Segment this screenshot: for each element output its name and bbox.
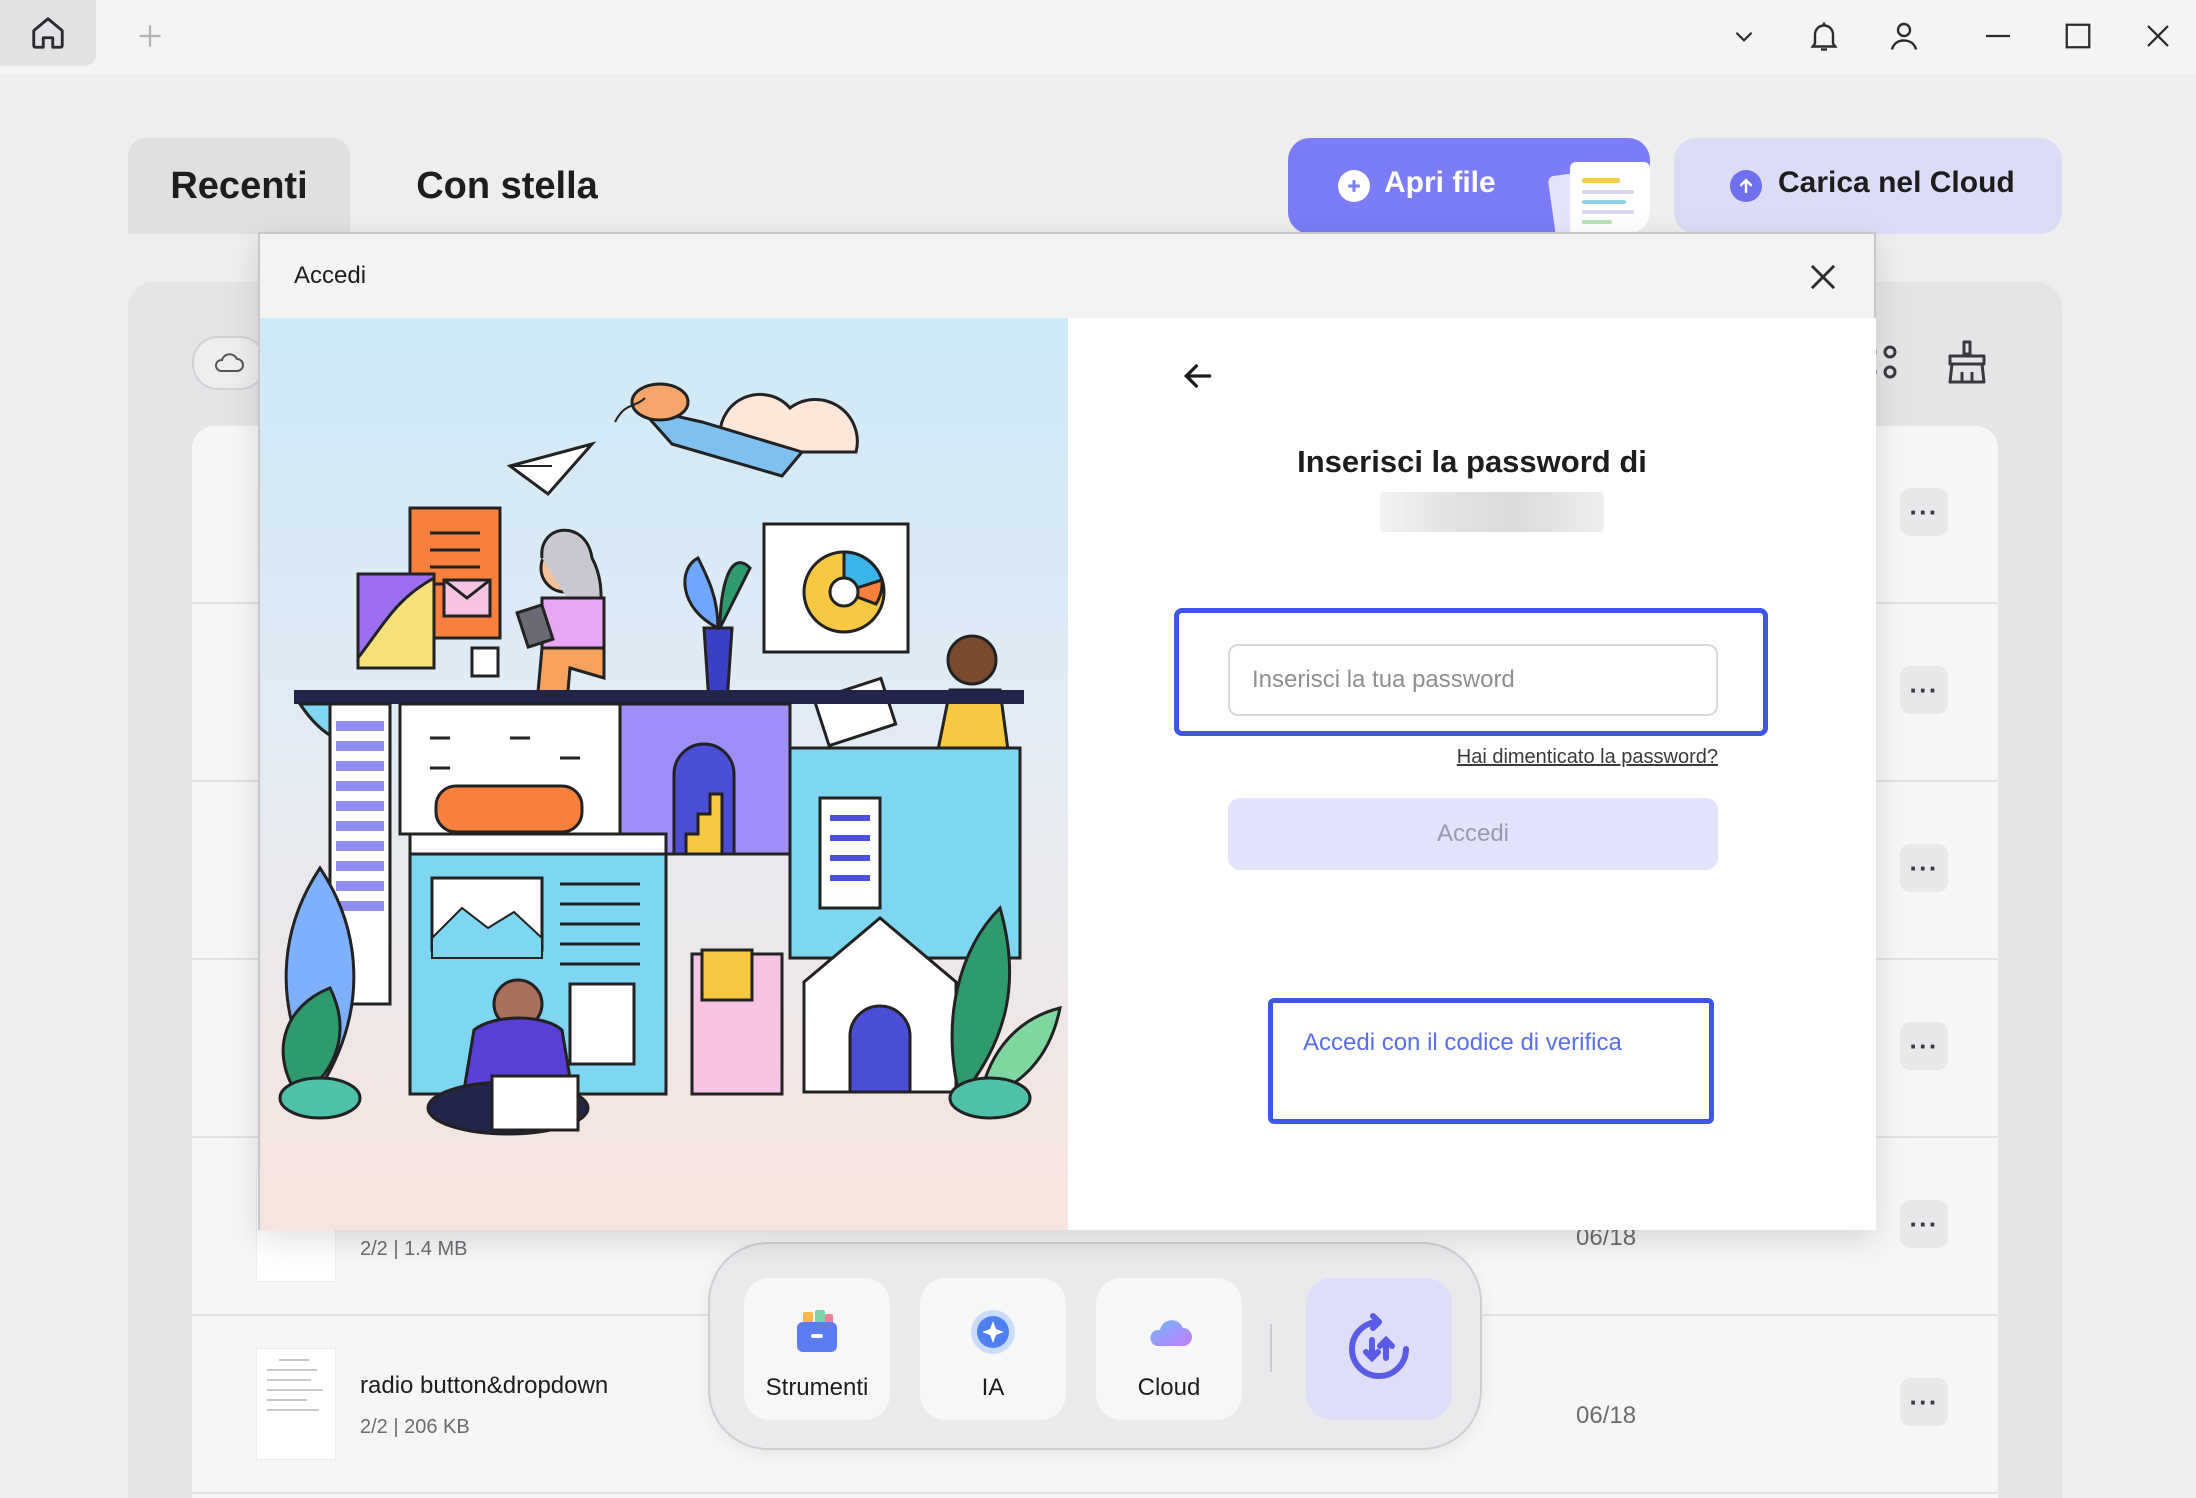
more-options-button[interactable]: ··· bbox=[1900, 1200, 1948, 1248]
file-meta: 2/2 | 1.4 MB bbox=[360, 1238, 468, 1260]
password-input[interactable] bbox=[1228, 644, 1718, 716]
dock-ai-button[interactable]: IA bbox=[920, 1278, 1066, 1420]
illustration-art bbox=[278, 382, 1062, 1136]
file-date: 06/18 bbox=[1576, 1402, 1637, 1429]
file-name: radio button&dropdown bbox=[360, 1372, 609, 1399]
file-thumbnail bbox=[256, 1348, 336, 1460]
plus-icon bbox=[139, 25, 161, 47]
new-tab-button[interactable] bbox=[128, 14, 172, 58]
dialog-header: Accedi bbox=[260, 234, 1874, 318]
cloud-filter-button[interactable] bbox=[192, 336, 266, 390]
tab-starred[interactable]: Con stella bbox=[392, 138, 622, 234]
password-heading: Inserisci la password di bbox=[1297, 444, 1647, 479]
more-options-button[interactable]: ··· bbox=[1900, 488, 1948, 536]
verification-code-highlight: Accedi con il codice di verifica bbox=[1268, 998, 1714, 1124]
user-icon bbox=[1890, 22, 1918, 50]
verification-code-link[interactable]: Accedi con il codice di verifica bbox=[1303, 1029, 1622, 1057]
more-options-button[interactable]: ··· bbox=[1900, 844, 1948, 892]
toolbox-icon bbox=[797, 1310, 837, 1352]
dock-ai-label: IA bbox=[981, 1374, 1005, 1401]
login-form: Inserisci la password di Hai dimenticato… bbox=[1068, 318, 1876, 1230]
login-button[interactable]: Accedi bbox=[1228, 798, 1718, 870]
more-options-button[interactable]: ··· bbox=[1900, 666, 1948, 714]
dock-cloud-button[interactable]: Cloud bbox=[1096, 1278, 1242, 1420]
back-arrow-icon[interactable] bbox=[1178, 356, 1218, 396]
dock-cloud-label: Cloud bbox=[1137, 1374, 1201, 1401]
redacted-email bbox=[1380, 492, 1604, 532]
maximize-icon bbox=[2065, 23, 2091, 49]
dock-tools-button[interactable]: Strumenti bbox=[744, 1278, 890, 1420]
dock-convert-button[interactable] bbox=[1306, 1278, 1452, 1420]
maximize-button[interactable] bbox=[2050, 10, 2106, 62]
dock-separator bbox=[1270, 1324, 1272, 1372]
login-illustration bbox=[260, 318, 1068, 1230]
login-dialog: Accedi Inserisci la password di Hai dime… bbox=[258, 232, 1876, 1230]
upload-cloud-button[interactable]: Carica nel Cloud bbox=[1674, 138, 2062, 234]
minimize-button[interactable] bbox=[1970, 10, 2026, 62]
dock-tools-label: Strumenti bbox=[765, 1374, 869, 1401]
file-meta: 2/2 | 206 KB bbox=[360, 1416, 470, 1438]
more-options-button[interactable]: ··· bbox=[1900, 1378, 1948, 1426]
home-icon bbox=[32, 17, 64, 49]
title-bar bbox=[0, 0, 2196, 74]
bottom-dock: Strumenti IA Cloud bbox=[708, 1242, 1482, 1450]
tab-recent[interactable]: Recenti bbox=[128, 138, 350, 234]
upload-cloud-label: Carica nel Cloud bbox=[1778, 166, 2015, 199]
dialog-title: Accedi bbox=[294, 262, 367, 289]
open-file-label: Apri file bbox=[1384, 166, 1496, 199]
convert-icon bbox=[1349, 1313, 1409, 1379]
upload-icon bbox=[1730, 170, 1762, 202]
account-button[interactable] bbox=[1876, 10, 1932, 62]
chevron-down-icon bbox=[1735, 31, 1753, 42]
more-options-button[interactable]: ··· bbox=[1900, 1022, 1948, 1070]
clean-icon[interactable] bbox=[1944, 338, 1990, 386]
forgot-password-link[interactable]: Hai dimenticato la password? bbox=[1422, 746, 1718, 769]
documents-icon bbox=[1548, 162, 1650, 234]
notifications-button[interactable] bbox=[1796, 10, 1852, 62]
close-window-button[interactable] bbox=[2130, 10, 2186, 62]
plus-circle-icon bbox=[1338, 170, 1370, 202]
home-tab[interactable] bbox=[0, 0, 96, 66]
ai-icon bbox=[971, 1310, 1015, 1354]
close-icon[interactable] bbox=[1804, 258, 1842, 296]
dropdown-button[interactable] bbox=[1716, 10, 1772, 62]
cloud-icon bbox=[1150, 1320, 1192, 1346]
close-icon bbox=[2147, 25, 2169, 47]
open-file-button[interactable]: Apri file bbox=[1288, 138, 1650, 234]
bell-icon bbox=[1810, 22, 1838, 51]
minimize-icon bbox=[1986, 34, 2010, 38]
cloud-icon bbox=[215, 353, 244, 372]
